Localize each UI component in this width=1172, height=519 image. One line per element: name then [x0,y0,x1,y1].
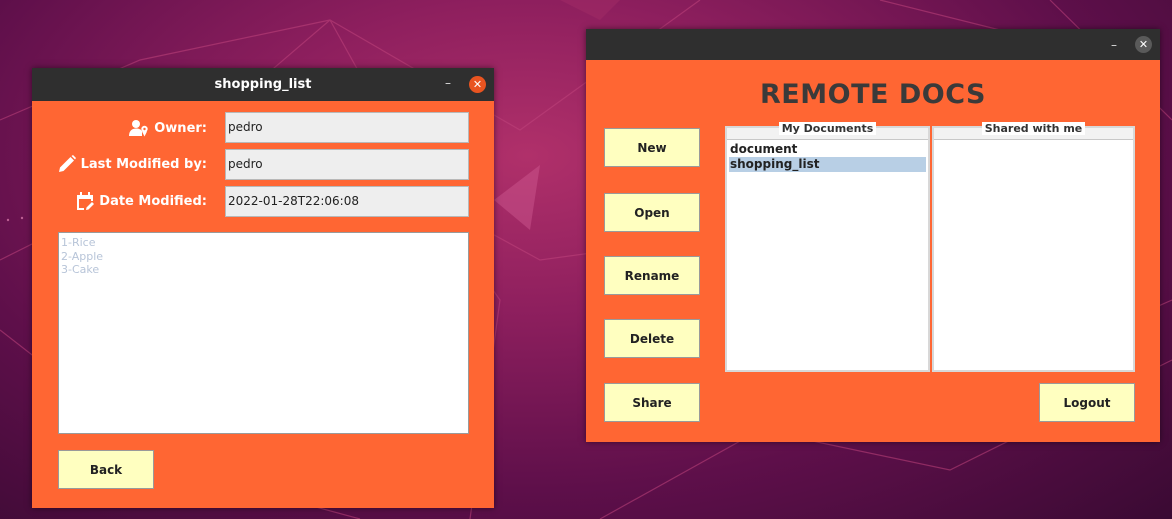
close-button[interactable]: ✕ [1135,36,1152,53]
content-line: 3-Cake [61,263,100,276]
close-button[interactable]: ✕ [469,76,486,93]
logout-button[interactable]: Logout [1039,383,1135,422]
my-documents-header-text: My Documents [778,122,877,135]
open-button[interactable]: Open [604,193,700,232]
last-modified-by-label-text: Last Modified by: [80,156,207,172]
shared-with-me-header-text: Shared with me [981,122,1086,135]
document-editor-window: shopping_list – ✕ Owner: pedro Last Modi… [32,68,494,508]
delete-button[interactable]: Delete [604,319,700,358]
owner-icon [129,119,149,137]
date-modified-field[interactable]: 2022-01-28T22:06:08 [225,186,469,217]
calendar-edit-icon [76,192,95,211]
owner-field[interactable]: pedro [225,112,469,143]
share-button[interactable]: Share [604,383,700,422]
minimize-button[interactable]: – [1106,36,1122,52]
shared-with-me-list[interactable]: Shared with me [932,122,1135,372]
content-line: 2-Apple [61,249,104,263]
pencil-icon [58,155,76,173]
new-button[interactable]: New [604,128,700,167]
editor-titlebar[interactable]: shopping_list – ✕ [32,68,494,101]
list-item-shopping-list[interactable]: shopping_list [729,157,926,172]
rename-button[interactable]: Rename [604,256,700,295]
date-modified-label: Date Modified: [76,192,207,211]
app-title: REMOTE DOCS [760,79,986,110]
list-item-document[interactable]: document [729,142,926,157]
remote-docs-window: – ✕ REMOTE DOCS New Open Rename Delete S… [586,29,1160,442]
last-modified-by-field[interactable]: pedro [225,149,469,180]
shared-with-me-header: Shared with me [934,122,1133,140]
my-documents-header: My Documents [727,122,928,140]
last-modified-by-label: Last Modified by: [58,155,207,173]
my-documents-list[interactable]: My Documents document shopping_list [725,122,930,372]
back-button[interactable]: Back [58,450,154,489]
owner-label: Owner: [129,119,207,137]
remote-docs-titlebar[interactable]: – ✕ [586,29,1160,60]
content-line: 1-Rice [61,236,96,249]
document-content-textarea[interactable]: 1-Rice 2-Apple 3-Cake [58,232,469,434]
minimize-button[interactable]: – [440,74,456,90]
owner-label-text: Owner: [154,120,207,136]
date-modified-label-text: Date Modified: [99,194,207,209]
editor-window-title: shopping_list [214,77,312,92]
